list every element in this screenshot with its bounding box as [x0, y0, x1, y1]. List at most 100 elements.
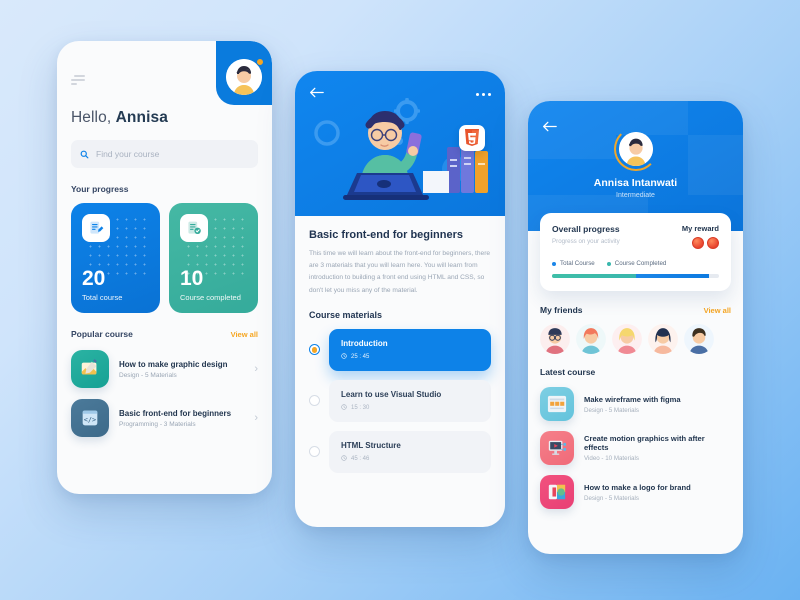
- legend-swatch: [552, 261, 556, 266]
- clock-icon: [341, 455, 347, 463]
- search-icon: [80, 150, 89, 159]
- svg-text:</>: </>: [84, 416, 96, 424]
- popular-course-heading: Popular course: [71, 329, 133, 339]
- chevron-right-icon[interactable]: ›: [250, 412, 258, 424]
- friends-view-all-link[interactable]: View all: [704, 306, 731, 315]
- course-meta: Make wireframe with figma Design - 5 Mat…: [584, 395, 681, 414]
- wireframe-icon: [540, 387, 574, 421]
- html5-badge-icon: [459, 125, 485, 151]
- course-detail-body: Basic front-end for beginners This time …: [295, 216, 505, 473]
- completed-course-value: 10: [180, 267, 204, 290]
- progress-bar: [552, 274, 719, 278]
- avatar[interactable]: [226, 58, 264, 95]
- material-duration: 45 : 46: [341, 455, 479, 463]
- app-mockup-stage: Hello, Annisa Find your course Your prog…: [0, 0, 800, 600]
- hamburger-icon[interactable]: [71, 75, 85, 87]
- profile-hero: Annisa Intanwati Intermediate: [528, 101, 743, 231]
- overall-card-top: Overall progress Progress on your activi…: [552, 224, 719, 249]
- total-course-value: 20: [82, 267, 106, 290]
- material-duration: 25 : 45: [341, 353, 479, 361]
- course-subtitle: Design - 5 Materials: [584, 406, 640, 414]
- clock-icon: [341, 353, 347, 361]
- progress-card-completed[interactable]: 10 Course completed: [169, 203, 258, 313]
- clock-icon: [341, 404, 347, 412]
- progress-card-total[interactable]: 20 Total course: [71, 203, 160, 313]
- course-title: How to make a logo for brand: [584, 482, 691, 492]
- material-card[interactable]: Introduction 25 : 45: [329, 328, 491, 371]
- course-meta: How to make graphic design Design - 5 Ma…: [119, 360, 250, 379]
- greeting-name: Annisa: [115, 109, 168, 126]
- material-time-text: 25 : 45: [351, 353, 370, 360]
- course-title: How to make graphic design: [119, 359, 228, 369]
- your-progress-heading: Your progress: [71, 184, 129, 194]
- course-detail-title: Basic front-end for beginners: [309, 229, 464, 241]
- completed-course-label: Course completed: [180, 293, 241, 302]
- list-item[interactable]: </> Basic front-end for beginners Progra…: [71, 399, 258, 437]
- course-detail-description: This time we will learn about the front-…: [309, 250, 491, 294]
- course-materials-list: Introduction 25 : 45 Learn to use Visual…: [309, 328, 491, 473]
- popular-course-header: Popular course View all: [71, 329, 258, 339]
- progress-segment-completed: [552, 274, 636, 278]
- friends-header: My friends View all: [540, 305, 731, 315]
- list-item[interactable]: Make wireframe with figma Design - 5 Mat…: [540, 387, 731, 421]
- popular-view-all-link[interactable]: View all: [231, 330, 258, 339]
- course-materials-heading: Course materials: [309, 309, 383, 320]
- course-subtitle: Programming - 3 Materials: [119, 420, 196, 428]
- friend-avatar-4[interactable]: [648, 324, 678, 354]
- friend-avatar-5[interactable]: [684, 324, 714, 354]
- material-duration: 15 : 30: [341, 404, 479, 412]
- course-subtitle: Design - 5 Materials: [119, 371, 177, 379]
- course-title: Create motion graphics with after effect…: [584, 434, 705, 452]
- legend-total-course: Total Course: [552, 260, 595, 267]
- list-item[interactable]: HTML Structure 45 : 46: [309, 430, 491, 473]
- search-input[interactable]: Find your course: [71, 140, 258, 168]
- monitor-play-icon: [540, 431, 574, 465]
- list-item[interactable]: How to make graphic design Design - 5 Ma…: [71, 350, 258, 388]
- list-item[interactable]: Introduction 25 : 45: [309, 328, 491, 371]
- overall-progress-card: Overall progress Progress on your activi…: [540, 213, 731, 291]
- material-status-dot: [309, 344, 320, 356]
- course-title: Make wireframe with figma: [584, 394, 681, 404]
- list-item[interactable]: Learn to use Visual Studio 15 : 30: [309, 379, 491, 422]
- course-subtitle: Video - 10 Materials: [584, 455, 639, 462]
- reward-medals: [682, 237, 719, 249]
- phone-course-detail-screen: Basic front-end for beginners This time …: [295, 71, 505, 527]
- overall-text-group: Overall progress Progress on your activi…: [552, 224, 620, 245]
- medal-icon: [692, 237, 704, 249]
- logo-shapes-icon: [540, 475, 574, 509]
- my-reward-label: My reward: [681, 224, 719, 233]
- document-edit-icon: [82, 214, 110, 242]
- progress-legend: Total Course Course Completed: [552, 260, 719, 267]
- friends-avatar-list: [540, 324, 731, 354]
- friend-avatar-1[interactable]: [540, 324, 570, 354]
- friend-avatar-3[interactable]: [612, 324, 642, 354]
- material-time-text: 45 : 46: [351, 455, 370, 462]
- avatar-progress-ring: [613, 127, 658, 171]
- material-card[interactable]: Learn to use Visual Studio 15 : 30: [329, 379, 491, 422]
- page-title: Hello, Annisa: [71, 109, 272, 127]
- code-brackets-icon: </>: [71, 399, 109, 437]
- legend-label: Course Completed: [614, 260, 667, 267]
- friend-avatar-2[interactable]: [576, 324, 606, 354]
- more-options-icon[interactable]: [476, 92, 491, 96]
- legend-course-completed: Course Completed: [606, 260, 667, 267]
- detail-topbar: [295, 85, 505, 103]
- material-title: HTML Structure: [341, 440, 401, 450]
- progress-cards: 20 Total course 10 Course completed: [71, 203, 258, 313]
- course-meta: Basic front-end for beginners Programmin…: [119, 409, 250, 428]
- material-title: Learn to use Visual Studio: [341, 389, 442, 399]
- chevron-right-icon[interactable]: ›: [250, 363, 258, 375]
- list-item[interactable]: Create motion graphics with after effect…: [540, 431, 731, 465]
- list-item[interactable]: How to make a logo for brand Design - 5 …: [540, 475, 731, 509]
- material-status-dot: [309, 395, 320, 407]
- phone-profile-screen: Annisa Intanwati Intermediate Overall pr…: [528, 101, 743, 554]
- course-subtitle: Design - 5 Materials: [584, 494, 640, 502]
- material-card[interactable]: HTML Structure 45 : 46: [329, 430, 491, 473]
- legend-swatch: [606, 261, 611, 266]
- design-pencil-icon: [71, 350, 109, 388]
- medal-icon: [707, 237, 719, 249]
- profile-level: Intermediate: [616, 192, 655, 199]
- back-arrow-icon[interactable]: [542, 119, 557, 137]
- course-hero-illustration: [295, 71, 505, 216]
- back-arrow-icon[interactable]: [309, 85, 324, 103]
